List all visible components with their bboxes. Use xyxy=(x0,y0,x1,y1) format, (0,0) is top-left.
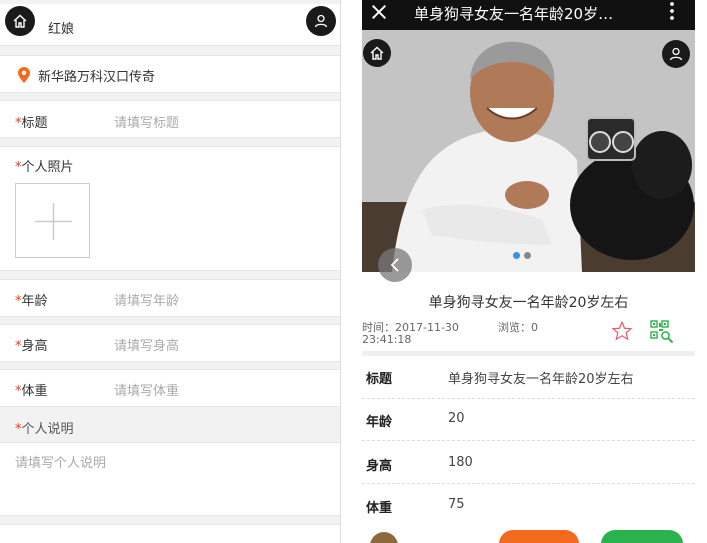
nav-title: 单身狗寻女友一名年龄20岁… xyxy=(414,5,614,23)
home-button[interactable] xyxy=(5,6,35,36)
user-button[interactable] xyxy=(662,40,690,68)
message-button[interactable] xyxy=(601,530,683,543)
title-input[interactable]: 请填写标题 xyxy=(114,112,179,131)
weight-input[interactable]: 请填写体重 xyxy=(114,380,179,399)
age-label: *年龄 xyxy=(15,290,48,309)
desc-label-row: *个人说明 xyxy=(0,408,340,442)
age-label-text: 年龄 xyxy=(21,294,48,309)
form-header: 红娘 xyxy=(0,4,340,46)
location-text: 新华路万科汉口传奇 xyxy=(38,70,156,85)
profile-photo xyxy=(362,30,695,272)
age-input[interactable]: 请填写年龄 xyxy=(114,290,179,309)
form-header-title: 红娘 xyxy=(48,22,75,37)
carousel-dot[interactable] xyxy=(524,252,531,259)
desc-placeholder: 请填写个人说明 xyxy=(15,456,107,471)
info-row: 身高 180 xyxy=(362,441,695,484)
location-pin-icon xyxy=(18,67,30,83)
user-icon xyxy=(669,47,683,61)
height-label-text: 身高 xyxy=(21,339,48,354)
home-icon xyxy=(370,46,384,60)
info-row: 体重 75 xyxy=(362,484,695,524)
back-button[interactable] xyxy=(378,248,412,282)
info-value: 75 xyxy=(448,497,465,512)
title-label-text: 标题 xyxy=(21,116,48,131)
height-input[interactable]: 请填写身高 xyxy=(114,335,179,354)
post-title: 单身狗寻女友一名年龄20岁左右 xyxy=(428,295,629,311)
photo-row: *个人照片 xyxy=(0,146,340,271)
weight-row: *体重 请填写体重 xyxy=(0,369,340,407)
age-row: *年龄 请填写年龄 xyxy=(0,279,340,317)
info-value: 180 xyxy=(448,455,473,470)
info-key: 身高 xyxy=(366,459,393,474)
photo-label: *个人照片 xyxy=(15,156,74,175)
post-views: 浏览：0 xyxy=(498,321,538,334)
desc-label-text: 个人说明 xyxy=(21,422,74,437)
location-row[interactable]: 新华路万科汉口传奇 xyxy=(0,55,340,93)
qr-code-icon[interactable] xyxy=(650,320,674,344)
form-bottom-strip xyxy=(0,524,340,543)
weight-label: *体重 xyxy=(15,380,48,399)
post-time-2: 23:41:18 xyxy=(362,333,412,346)
more-icon[interactable] xyxy=(669,1,675,21)
info-key: 年龄 xyxy=(366,415,393,430)
weight-label-text: 体重 xyxy=(21,384,48,399)
info-key: 标题 xyxy=(366,372,393,387)
section-separator xyxy=(362,351,695,356)
close-icon[interactable] xyxy=(370,3,388,21)
desc-textarea[interactable]: 请填写个人说明 xyxy=(0,442,340,516)
title-label: *标题 xyxy=(15,112,48,131)
info-row: 标题 单身狗寻女友一名年龄20岁左右 xyxy=(362,357,695,399)
photo-carousel[interactable] xyxy=(362,30,695,272)
nav-bar: 单身狗寻女友一名年龄20岁… xyxy=(362,0,695,30)
title-row: *标题 请填写标题 xyxy=(0,100,340,138)
user-icon xyxy=(314,14,328,28)
plus-icon xyxy=(35,203,72,240)
info-key: 体重 xyxy=(366,501,393,516)
chevron-left-icon xyxy=(390,258,399,272)
user-button[interactable] xyxy=(306,6,336,36)
info-value: 20 xyxy=(448,411,465,426)
star-icon[interactable] xyxy=(611,320,633,342)
home-icon xyxy=(13,14,27,28)
desc-label: *个人说明 xyxy=(15,418,74,437)
post-form-panel: 红娘 新华路万科汉口传奇 *标题 请填写标题 *个人照片 *年龄 请填写年龄 *… xyxy=(0,0,341,543)
avatar[interactable] xyxy=(370,532,398,543)
carousel-dot-active[interactable] xyxy=(513,252,520,259)
contact-button[interactable] xyxy=(499,530,579,543)
home-button[interactable] xyxy=(363,39,391,67)
height-label: *身高 xyxy=(15,335,48,354)
photo-upload-button[interactable] xyxy=(15,183,90,258)
height-row: *身高 请填写身高 xyxy=(0,324,340,362)
post-detail-panel: 单身狗寻女友一名年龄20岁… 单身狗寻女友一名年龄20岁左右 时间：2017-1… xyxy=(362,0,695,543)
info-value: 单身狗寻女友一名年龄20岁左右 xyxy=(448,372,634,387)
info-row: 年龄 20 xyxy=(362,399,695,441)
photo-label-text: 个人照片 xyxy=(21,160,74,175)
